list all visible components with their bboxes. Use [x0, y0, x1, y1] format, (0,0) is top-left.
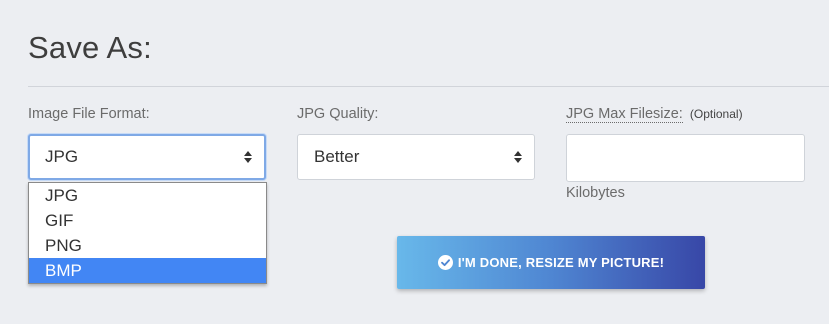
format-option-png[interactable]: PNG	[29, 233, 266, 258]
format-dropdown-list: JPG GIF PNG BMP	[28, 182, 267, 284]
max-filesize-input[interactable]	[566, 134, 805, 182]
select-arrows-icon	[514, 151, 522, 163]
max-filesize-label-text: JPG Max Filesize:	[566, 106, 683, 123]
format-option-bmp[interactable]: BMP	[29, 258, 266, 283]
check-circle-icon	[437, 255, 453, 270]
resize-submit-button[interactable]: I'M DONE, RESIZE MY PICTURE!	[397, 236, 705, 289]
format-select-value: JPG	[45, 147, 79, 166]
select-arrows-icon	[244, 151, 252, 163]
quality-select[interactable]: Better	[297, 134, 535, 180]
section-title: Save As:	[28, 30, 152, 65]
divider	[28, 86, 829, 87]
resize-submit-label: I'M DONE, RESIZE MY PICTURE!	[457, 255, 665, 270]
quality-select-value: Better	[314, 147, 360, 166]
format-label: Image File Format:	[28, 106, 150, 122]
quality-label: JPG Quality:	[297, 106, 379, 122]
format-option-jpg[interactable]: JPG	[29, 183, 266, 208]
optional-tag: (Optional)	[689, 107, 743, 121]
format-select[interactable]: JPG	[28, 134, 266, 180]
format-option-gif[interactable]: GIF	[29, 208, 266, 233]
kilobytes-hint: Kilobytes	[566, 185, 625, 201]
max-filesize-label: JPG Max Filesize: (Optional)	[566, 106, 743, 123]
